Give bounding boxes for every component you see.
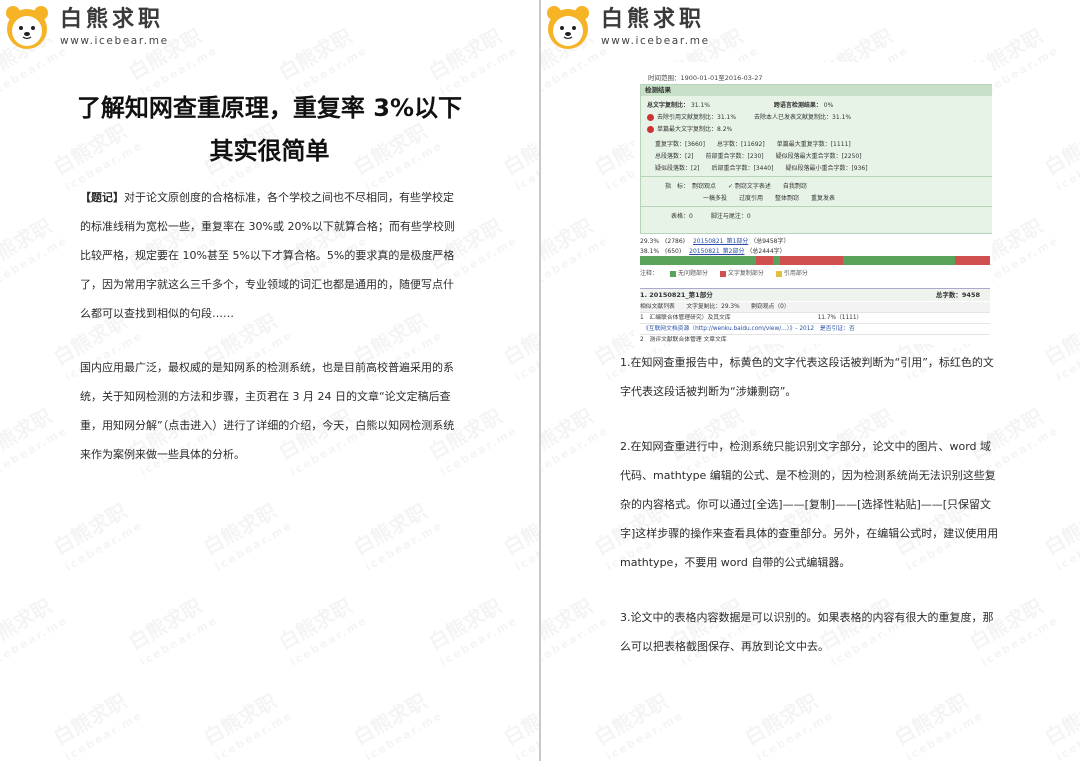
- report-result-2: 38.1% (650) 20150821_第2部分 （总2444字）: [640, 246, 992, 255]
- body-paragraph: 国内应用最广泛，最权威的是知网系的检测系统，也是目前高校普遍采用的系统，关于知网…: [80, 361, 455, 461]
- brand-name: 白熊求职: [601, 7, 706, 32]
- watermark-stamp: 白熊求职icebear.me: [199, 496, 298, 578]
- legend-green-swatch: [669, 270, 676, 277]
- point-2-paragraph: 2.在知网查重进行中，检测系统只能识别文字部分，论文中的图片、word 域代码、…: [620, 440, 999, 569]
- report-line-a-text: 去除引用文献复制比：31.1% 去除本人已发表文献复制比：31.1%: [657, 114, 852, 121]
- watermark-stamp: 白熊求职icebear.me: [1040, 116, 1080, 198]
- bear-logo-icon: [545, 4, 591, 50]
- result2-pct: 38.1% (650): [640, 248, 682, 255]
- cross-label: 跨语言检测结果：: [773, 102, 822, 109]
- watermark-stamp: 白熊求职icebear.me: [499, 306, 539, 388]
- table-row: 2 测评文献联合体管理 文章文库: [640, 335, 990, 344]
- legend-title: 注释：: [640, 270, 659, 277]
- point-3-paragraph: 3.论文中的表格内容数据是可以识别的。如果表格的内容有很大的重复度，那么可以把表…: [620, 611, 994, 653]
- left-page: 白熊求职icebear.me 白熊求职icebear.me 白熊求职icebear.…: [0, 0, 539, 761]
- brand-logo: 白熊求职 www.icebear.me: [4, 4, 169, 50]
- alert-dot-icon: [647, 114, 654, 121]
- watermark-stamp: 白熊求职icebear.me: [541, 211, 614, 293]
- article-title-line2: 其实很简单: [209, 137, 330, 165]
- table-row: 相似文献列表 文字复制比：29.3% 剽窃观点（0）: [640, 302, 990, 313]
- total-label: 总文字复制比：: [647, 102, 690, 109]
- legend-yellow-swatch: [775, 270, 782, 277]
- right-page: 白熊求职icebear.me 白熊求职icebear.me 白熊求职icebear.…: [541, 0, 1080, 761]
- legend-a: 无问题部分: [677, 270, 708, 277]
- result1-link[interactable]: 20150821_第1部分: [693, 238, 748, 245]
- watermark-stamp: 白熊求职icebear.me: [0, 401, 73, 483]
- article-title-line1: 了解知网查重原理，重复率 3%以下: [76, 94, 463, 122]
- brand-url: www.icebear.me: [60, 35, 169, 47]
- section-total: 总字数：9458: [935, 291, 980, 299]
- bar-segment: [640, 256, 756, 265]
- watermark-stamp: 白熊求职icebear.me: [1040, 686, 1080, 761]
- report-line-b: 单篇最大文字复制比：8.2%: [647, 124, 732, 133]
- report-line-a: 去除引用文献复制比：31.1% 去除本人已发表文献复制比：31.1%: [647, 112, 851, 121]
- report-stats1: 重复字数：[3660] 总字数：[11692] 单篇最大重复字数：[1111]: [655, 141, 851, 148]
- total-value: 31.1%: [690, 102, 710, 109]
- report-line-b-text: 单篇最大文字复制比：8.2%: [657, 126, 733, 133]
- report-stats2: 总段落数：[2] 前部重合字数：[230] 疑似段落最大重合字数：[2250]: [655, 153, 862, 160]
- report-result-box: 检测结果 总文字复制比： 31.1% 跨语言检测结果： 0% 去除引用文献复制比…: [640, 84, 992, 234]
- section-title: 1. 20150821_第1部分: [640, 291, 713, 299]
- table-row: 《互联网文档资源（http://wenku.baidu.com/view/...…: [640, 324, 990, 335]
- result1-pct: 29.3% (2786): [640, 238, 686, 245]
- report-legend: 注释： 无问题部分 文字复制部分 引用部分: [640, 268, 990, 277]
- report-section: 1. 20150821_第1部分 总字数：9458: [640, 288, 990, 301]
- watermark-stamp: 白熊求职icebear.me: [541, 401, 614, 483]
- watermark-stamp: 白熊求职icebear.me: [274, 591, 373, 673]
- watermark-stamp: 白熊求职icebear.me: [1040, 306, 1080, 388]
- report-header: 检测结果: [641, 85, 992, 96]
- watermark-stamp: 白熊求职icebear.me: [590, 686, 689, 761]
- result1-note: （总9458字）: [750, 238, 790, 245]
- legend-c: 引用部分: [783, 270, 808, 277]
- report-table: 相似文献列表 文字复制比：29.3% 剽窃观点（0） 1 汇编联合体管理研究）及…: [640, 302, 990, 344]
- report-separator: [641, 206, 992, 207]
- watermark-stamp: 白熊求职icebear.me: [499, 686, 539, 761]
- watermark-stamp: 白熊求职icebear.me: [1040, 496, 1080, 578]
- watermark-stamp: 白熊求职icebear.me: [0, 211, 73, 293]
- brand-logo: 白熊求职 www.icebear.me: [545, 4, 710, 50]
- point-1-paragraph: 1.在知网查重报告中，标黄色的文字代表这段话被判断为“引用”，标红色的文字代表这…: [620, 356, 994, 398]
- report-fig-row: 表格：0 脚注与尾注：0: [671, 213, 751, 220]
- report-separator: [641, 176, 992, 177]
- bar-segment: [773, 256, 780, 265]
- watermark-stamp: 白熊求职icebear.me: [890, 686, 989, 761]
- watermark-stamp: 白熊求职icebear.me: [499, 496, 539, 578]
- alert-dot-icon: [647, 126, 654, 133]
- result2-link[interactable]: 20150821_第2部分: [689, 248, 744, 255]
- report-options2: 一稿多投 过度引用 整体剽窃 重复发表: [703, 195, 836, 202]
- brand-name: 白熊求职: [60, 7, 165, 32]
- watermark-stamp: 白熊求职icebear.me: [0, 591, 73, 673]
- legend-red-swatch: [719, 270, 726, 277]
- cross-value: 0%: [823, 102, 834, 109]
- watermark-stamp: 白熊求职icebear.me: [124, 591, 223, 673]
- watermark-stamp: 白熊求职icebear.me: [740, 686, 839, 761]
- legend-b: 文字复制部分: [727, 270, 764, 277]
- intro-tag: 【题记】: [80, 191, 124, 204]
- watermark-stamp: 白熊求职icebear.me: [49, 686, 148, 761]
- report-stats3: 疑似段落数：[2] 后部重合字数：[3440] 疑似段落最小重合字数：[936]: [655, 165, 868, 172]
- watermark-stamp: 白熊求职icebear.me: [424, 591, 523, 673]
- brand-url: www.icebear.me: [601, 35, 710, 47]
- watermark-stamp: 白熊求职icebear.me: [49, 496, 148, 578]
- watermark-stamp: 白熊求职icebear.me: [349, 686, 448, 761]
- intro-text: 对于论文原创度的合格标准，各个学校之间也不尽相同，有些学校定的标准线稍为宽松一些…: [80, 191, 455, 320]
- intro-paragraph: 【题记】对于论文原创度的合格标准，各个学校之间也不尽相同，有些学校定的标准线稍为…: [80, 183, 463, 328]
- watermark-stamp: 白熊求职icebear.me: [541, 591, 614, 673]
- watermark-stamp: 白熊求职icebear.me: [349, 496, 448, 578]
- bar-segment: [955, 256, 990, 265]
- report-options1: 指 标： 剽窃观点 ✓ 剽窃文字表述 自我剽窃: [665, 183, 807, 190]
- report-date-range: 时间范围：1900-01-01至2016-03-27: [648, 74, 763, 82]
- bar-segment: [843, 256, 955, 265]
- bear-logo-icon: [4, 4, 50, 50]
- bar-segment: [755, 256, 773, 265]
- plagiarism-report-screenshot: 时间范围：1900-01-01至2016-03-27 检测结果 总文字复制比： …: [634, 62, 992, 344]
- bar-segment: [780, 256, 843, 265]
- report-result-1: 29.3% (2786) 20150821_第1部分 （总9458字）: [640, 236, 992, 245]
- report-total-row: 总文字复制比： 31.1% 跨语言检测结果： 0%: [647, 100, 833, 109]
- similarity-bar: [640, 256, 990, 265]
- table-row: 1 汇编联合体管理研究）及其文库 11.7%（1111）: [640, 313, 990, 324]
- watermark-stamp: 白熊求职icebear.me: [199, 686, 298, 761]
- result2-note: （总2444字）: [746, 248, 786, 255]
